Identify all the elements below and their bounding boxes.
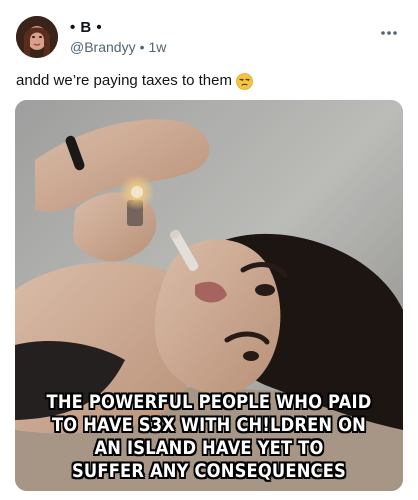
meta-separator: • <box>139 39 145 55</box>
display-name[interactable]: • B • <box>70 18 354 38</box>
author-meta: @Brandyy • 1w <box>70 38 354 56</box>
caption-line: TO HAVE S3X WITH CH!LDREN ON <box>51 414 367 436</box>
caption-line: SUFFER ANY CONSEQUENCES <box>71 460 346 482</box>
caption-line: THE POWERFUL PEOPLE WHO PAID <box>46 391 372 413</box>
tweet-text-content: andd we’re paying taxes to them <box>16 72 232 89</box>
tweet-header: • B • @Brandyy • 1w <box>16 16 402 60</box>
more-options-button[interactable] <box>376 22 402 42</box>
unamused-face-emoji-icon <box>236 72 253 90</box>
tweet[interactable]: • B • @Brandyy • 1w andd we’re paying taxe… <box>0 0 418 500</box>
tweet-text: andd we’re paying taxes to them <box>16 71 402 91</box>
timestamp[interactable]: 1w <box>148 39 166 55</box>
handle[interactable]: @Brandyy <box>70 39 136 55</box>
author-names: • B • @Brandyy • 1w <box>70 18 354 56</box>
more-options-icon <box>380 23 398 41</box>
media-caption: THE POWERFUL PEOPLE WHO PAID TO HAVE S3X… <box>42 391 376 483</box>
avatar[interactable] <box>16 16 58 58</box>
caption-line: AN ISLAND HAVE YET TO <box>94 437 324 459</box>
tweet-media-image[interactable]: THE POWERFUL PEOPLE WHO PAID TO HAVE S3X… <box>15 100 403 491</box>
